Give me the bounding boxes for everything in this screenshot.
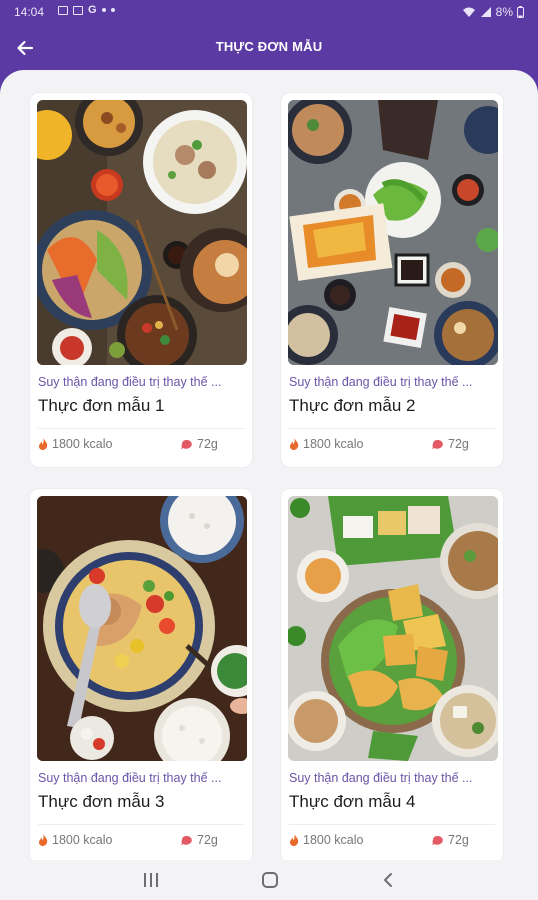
system-nav-bar bbox=[0, 860, 538, 900]
status-time: 14:04 bbox=[14, 5, 45, 19]
wifi-icon bbox=[462, 7, 475, 17]
meat-icon bbox=[432, 835, 443, 845]
menu-grid: Suy thận đang điều trị thay thế ... Thực… bbox=[0, 70, 538, 860]
recent-apps-icon-bar bbox=[156, 873, 158, 887]
gallery-notification-icon bbox=[73, 5, 83, 15]
menu-image-1 bbox=[37, 100, 247, 365]
menu-image-4 bbox=[288, 496, 498, 761]
protein-info: 72g bbox=[431, 437, 469, 451]
protein-value: 72g bbox=[197, 833, 218, 847]
menu-title: Thực đơn mẫu 2 bbox=[289, 396, 416, 415]
calories-value: 1800 kcalo bbox=[303, 437, 364, 451]
recent-apps-icon-bar bbox=[150, 873, 152, 887]
calories-info: 1800 kcalo bbox=[38, 833, 112, 847]
card-divider bbox=[289, 824, 495, 825]
app-bar: THỰC ĐƠN MẪU bbox=[0, 24, 538, 72]
menu-subtitle: Suy thận đang điều trị thay thế ... bbox=[38, 771, 222, 785]
menu-subtitle: Suy thận đang điều trị thay thế ... bbox=[289, 375, 473, 389]
more-notifications-icon bbox=[101, 8, 106, 12]
notification-icons: G bbox=[58, 4, 115, 16]
recent-apps-button[interactable] bbox=[142, 873, 160, 887]
meat-icon bbox=[181, 835, 192, 845]
protein-info: 72g bbox=[180, 437, 218, 451]
protein-info: 72g bbox=[431, 833, 469, 847]
menu-card-1[interactable]: Suy thận đang điều trị thay thế ... Thực… bbox=[29, 92, 253, 468]
flame-icon bbox=[289, 438, 299, 450]
menu-card-2[interactable]: Suy thận đang điều trị thay thế ... Thực… bbox=[280, 92, 504, 468]
battery-icon bbox=[517, 6, 524, 18]
calories-info: 1800 kcalo bbox=[38, 437, 112, 451]
flame-icon bbox=[38, 438, 48, 450]
calories-info: 1800 kcalo bbox=[289, 437, 363, 451]
flame-icon bbox=[38, 834, 48, 846]
chevron-left-icon bbox=[384, 873, 392, 887]
page-title: THỰC ĐƠN MẪU bbox=[215, 39, 323, 54]
menu-title: Thực đơn mẫu 4 bbox=[289, 792, 416, 811]
system-status-icons: 8% bbox=[462, 5, 524, 19]
menu-card-3[interactable]: Suy thận đang điều trị thay thế ... Thực… bbox=[29, 488, 253, 860]
menu-title: Thực đơn mẫu 1 bbox=[38, 396, 165, 415]
recent-apps-icon bbox=[144, 873, 146, 887]
signal-icon bbox=[480, 7, 491, 17]
home-button[interactable] bbox=[262, 872, 278, 888]
notification-dot-icon bbox=[110, 8, 115, 12]
calories-value: 1800 kcalo bbox=[52, 833, 113, 847]
battery-percent: 8% bbox=[495, 5, 513, 19]
card-divider bbox=[38, 824, 244, 825]
image-notification-icon bbox=[58, 5, 68, 15]
calories-info: 1800 kcalo bbox=[289, 833, 363, 847]
google-notification-icon: G bbox=[88, 4, 97, 16]
meat-icon bbox=[432, 439, 443, 449]
menu-title: Thực đơn mẫu 3 bbox=[38, 792, 165, 811]
card-divider bbox=[289, 428, 495, 429]
protein-info: 72g bbox=[180, 833, 218, 847]
flame-icon bbox=[289, 834, 299, 846]
menu-image-2 bbox=[288, 100, 498, 365]
status-bar: 14:04 G 8% bbox=[0, 0, 538, 24]
menu-subtitle: Suy thận đang điều trị thay thế ... bbox=[289, 771, 473, 785]
protein-value: 72g bbox=[448, 437, 469, 451]
calories-value: 1800 kcalo bbox=[52, 437, 113, 451]
system-back-button[interactable] bbox=[380, 871, 398, 889]
menu-image-3 bbox=[37, 496, 247, 761]
calories-value: 1800 kcalo bbox=[303, 833, 364, 847]
menu-subtitle: Suy thận đang điều trị thay thế ... bbox=[38, 375, 222, 389]
protein-value: 72g bbox=[448, 833, 469, 847]
card-divider bbox=[38, 428, 244, 429]
menu-card-4[interactable]: Suy thận đang điều trị thay thế ... Thực… bbox=[280, 488, 504, 860]
protein-value: 72g bbox=[197, 437, 218, 451]
meat-icon bbox=[181, 439, 192, 449]
